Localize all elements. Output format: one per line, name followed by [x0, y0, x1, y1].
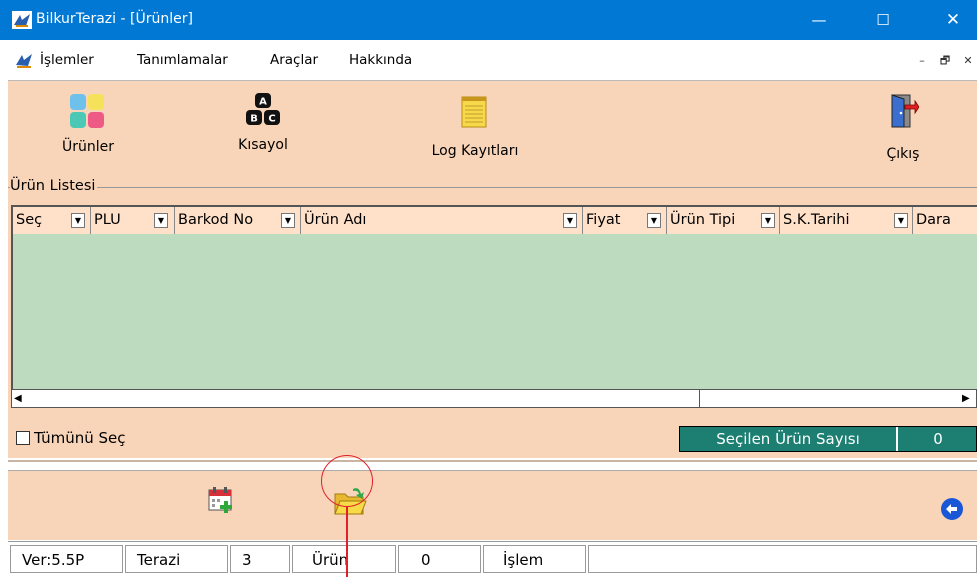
column-header-urun-adi[interactable]: Ürün Adı ▼: [301, 207, 583, 234]
menu-islemler[interactable]: İşlemler: [40, 52, 94, 68]
app-logo-icon: [12, 11, 32, 29]
exit-tool-label: Çıkış: [886, 146, 920, 162]
group-border: [8, 187, 977, 188]
product-grid-body[interactable]: [11, 234, 977, 389]
shortcut-tool-label: Kısayol: [238, 137, 288, 153]
column-label: Ürün Adı: [304, 212, 367, 228]
checkbox-box[interactable]: [16, 431, 30, 445]
svg-text:A: A: [259, 97, 267, 108]
bottom-action-panel: [8, 470, 977, 540]
mdi-close-button[interactable]: ✕: [959, 52, 977, 70]
shortcut-tool-button[interactable]: A B C Kısayol: [223, 91, 303, 166]
horizontal-scrollbar[interactable]: ◀ ▶: [11, 389, 977, 408]
column-filter-dropdown[interactable]: ▼: [154, 213, 168, 228]
svg-text:C: C: [268, 114, 275, 125]
menu-araclar[interactable]: Araçlar: [270, 52, 318, 68]
mdi-restore-button[interactable]: 🗗: [936, 52, 954, 70]
menu-tanimlamalar[interactable]: Tanımlamalar: [137, 52, 228, 68]
product-list-title: Ürün Listesi: [10, 178, 98, 194]
column-filter-dropdown[interactable]: ▼: [761, 213, 775, 228]
log-tool-button[interactable]: Log Kayıtları: [415, 91, 535, 166]
select-all-checkbox[interactable]: Tümünü Seç: [16, 429, 126, 447]
status-product-value: 0: [398, 545, 481, 573]
log-tool-label: Log Kayıtları: [431, 143, 519, 159]
products-tool-label: Ürünler: [61, 139, 114, 155]
mdi-app-icon[interactable]: [14, 51, 34, 69]
status-product-label: Ürün: [292, 545, 396, 573]
column-header-sec[interactable]: Seç ▼: [13, 207, 91, 234]
color-tiles-icon: [70, 94, 104, 128]
column-filter-dropdown[interactable]: ▼: [71, 213, 85, 228]
title-bar: BilkurTerazi - [Ürünler] — ☐ ✕: [0, 0, 977, 40]
mdi-minimize-button[interactable]: –: [913, 52, 931, 70]
status-scale-value: 3: [230, 545, 290, 573]
column-filter-dropdown[interactable]: ▼: [281, 213, 295, 228]
status-empty-panel: [588, 545, 977, 573]
minimize-button[interactable]: —: [796, 0, 842, 40]
column-header-plu[interactable]: PLU ▼: [91, 207, 175, 234]
column-filter-dropdown[interactable]: ▼: [647, 213, 661, 228]
column-label: Dara: [916, 212, 951, 228]
column-filter-dropdown[interactable]: ▼: [894, 213, 908, 228]
column-header-sk-tarihi[interactable]: S.K.Tarihi ▼: [780, 207, 913, 234]
close-button[interactable]: ✕: [930, 0, 976, 40]
selected-count-label: Seçilen Ürün Sayısı: [680, 427, 898, 451]
status-scale-label: Terazi: [125, 545, 228, 573]
annotation-circle: [321, 455, 373, 507]
status-version: Ver:5.5P: [10, 545, 123, 573]
calendar-add-icon[interactable]: [208, 487, 234, 513]
selected-count-box: Seçilen Ürün Sayısı 0: [679, 426, 977, 452]
selected-count-value: 0: [933, 430, 943, 448]
annotation-pointer-line: [346, 507, 348, 577]
column-label: S.K.Tarihi: [783, 212, 850, 228]
toolbar: Ürünler A B C Kısayol Log Kayıtları Çıkı…: [8, 80, 977, 178]
scrollbar-thumb[interactable]: [32, 390, 700, 407]
column-header-barkod[interactable]: Barkod No ▼: [175, 207, 301, 234]
column-label: Fiyat: [586, 212, 621, 228]
status-operation-label: İşlem: [483, 545, 586, 573]
column-filter-dropdown[interactable]: ▼: [563, 213, 577, 228]
svg-text:B: B: [250, 114, 258, 125]
abc-keys-icon: A B C: [246, 93, 280, 125]
status-bar: Ver:5.5P Terazi 3 Ürün 0 İşlem: [8, 541, 977, 577]
column-header-urun-tipi[interactable]: Ürün Tipi ▼: [667, 207, 780, 234]
scroll-left-icon[interactable]: ◀: [14, 393, 22, 404]
product-list-group: Ürün Listesi Seç ▼ PLU ▼ Barkod No ▼ Ürü…: [8, 178, 977, 458]
grid-header: Seç ▼ PLU ▼ Barkod No ▼ Ürün Adı ▼ Fiyat…: [11, 205, 977, 234]
products-tool-button[interactable]: Ürünler: [48, 91, 128, 166]
back-arrow-icon[interactable]: [940, 497, 964, 521]
divider: [8, 460, 977, 462]
exit-door-icon: [891, 94, 919, 128]
select-all-label: Tümünü Seç: [34, 429, 126, 447]
scroll-right-icon[interactable]: ▶: [962, 393, 970, 404]
exit-tool-button[interactable]: Çıkış: [863, 91, 943, 166]
menu-hakkinda[interactable]: Hakkında: [349, 52, 412, 68]
column-header-dara[interactable]: Dara: [913, 207, 977, 234]
window-title: BilkurTerazi - [Ürünler]: [36, 11, 193, 27]
column-label: Seç: [16, 212, 43, 228]
column-label: Barkod No: [178, 212, 254, 228]
column-label: Ürün Tipi: [670, 212, 736, 228]
column-header-fiyat[interactable]: Fiyat ▼: [583, 207, 667, 234]
column-label: PLU: [94, 212, 121, 228]
menu-bar: İşlemler Tanımlamalar Araçlar Hakkında –…: [0, 48, 977, 74]
notepad-icon: [461, 96, 487, 128]
maximize-button[interactable]: ☐: [860, 0, 906, 40]
